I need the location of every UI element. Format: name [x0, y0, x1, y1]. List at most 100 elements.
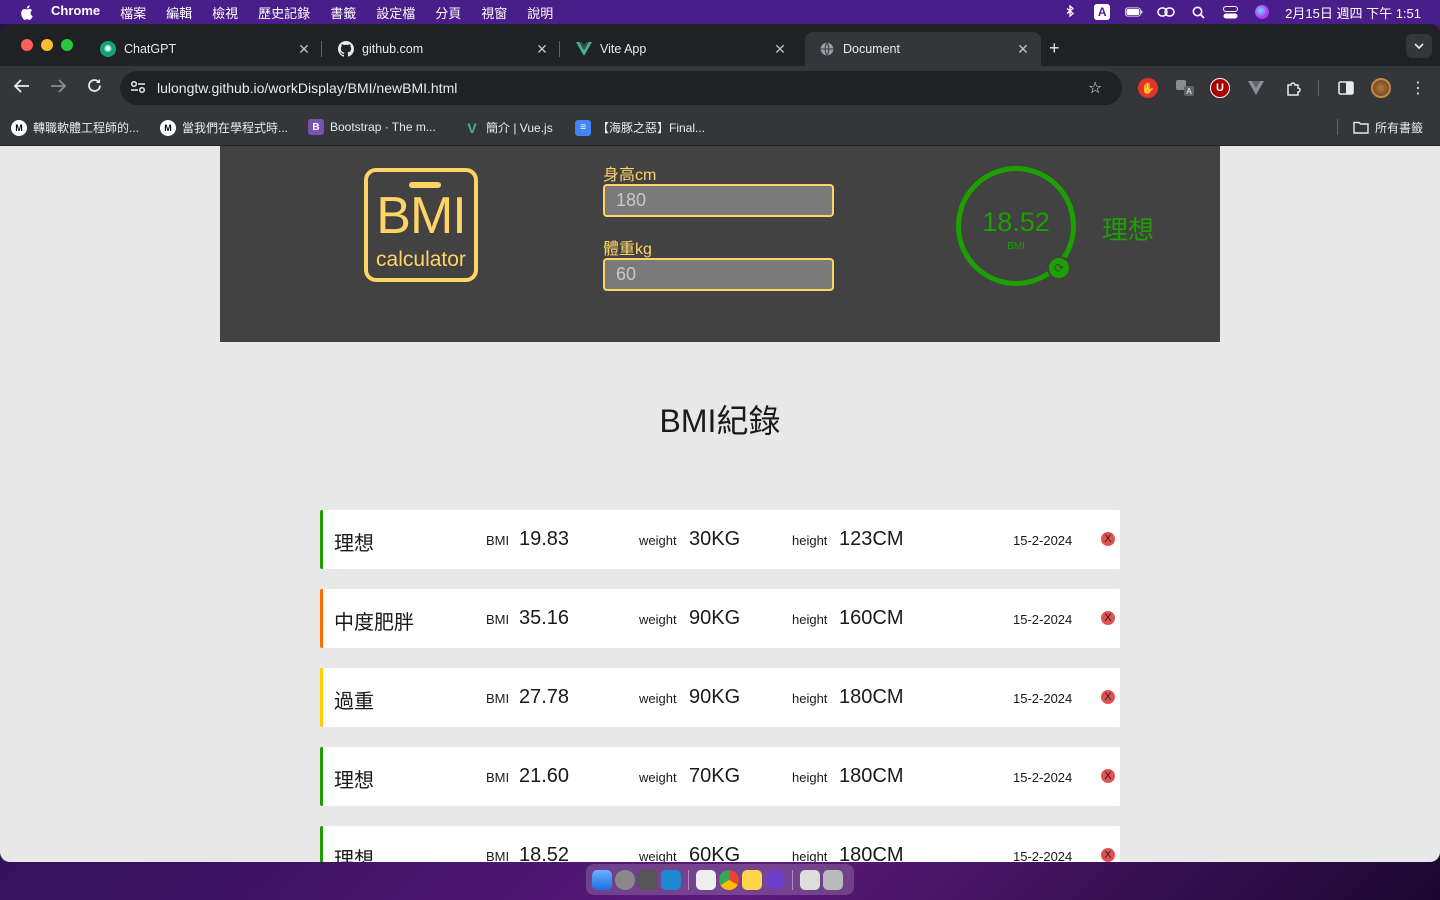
reset-icon[interactable]: ⟳ [1047, 256, 1071, 280]
bmi-result-circle: 18.52 BMI ⟳ [956, 166, 1076, 286]
menu-help[interactable]: 說明 [517, 3, 563, 22]
close-tab-icon[interactable]: ✕ [1015, 41, 1031, 58]
documents-folder-icon[interactable] [800, 869, 820, 890]
delete-record-icon[interactable]: X [1101, 848, 1115, 862]
record-bmi-label: BMI [486, 691, 510, 706]
control-center-icon[interactable] [1221, 5, 1239, 19]
bmi-result-caption: BMI [1007, 241, 1025, 252]
site-info-icon[interactable] [130, 80, 146, 97]
menu-edit[interactable]: 編輯 [156, 3, 202, 22]
battery-icon[interactable] [1125, 5, 1143, 19]
tab-search-button[interactable] [1406, 34, 1432, 58]
side-panel-icon[interactable] [1336, 78, 1356, 98]
zoom-window-button[interactable] [61, 39, 73, 51]
calculator-icon[interactable] [638, 869, 658, 890]
bookmark-item[interactable]: B Bootstrap · The m... [308, 119, 436, 135]
menu-tab[interactable]: 分頁 [425, 3, 471, 22]
tab-separator [559, 41, 560, 57]
close-window-button[interactable] [21, 39, 33, 51]
bookmark-star-icon[interactable]: ☆ [1088, 78, 1106, 98]
record-status: 理想 [334, 770, 374, 792]
folder-icon [1353, 120, 1369, 136]
record-weight-label: weight [639, 849, 677, 862]
toolbar-divider [1318, 80, 1319, 96]
record-weight-value: 30KG [689, 528, 741, 550]
tab-separator [321, 41, 322, 57]
medium-icon: M [160, 119, 176, 136]
profile-avatar[interactable] [1371, 78, 1391, 98]
menubar-clock[interactable]: 2月15日 週四 下午 1:51 [1285, 3, 1421, 22]
dock-divider [688, 869, 689, 890]
link-icon[interactable] [1157, 5, 1175, 19]
tab-chatgpt[interactable]: ✺ ChatGPT ✕ [86, 32, 322, 66]
extensions-puzzle-icon[interactable] [1283, 78, 1303, 98]
menu-window[interactable]: 視窗 [471, 3, 517, 22]
bluetooth-icon[interactable] [1061, 5, 1079, 19]
tab-github[interactable]: github.com ✕ [324, 32, 560, 66]
record-bmi-value: 27.78 [519, 686, 570, 708]
bookmark-item[interactable]: M 當我們在學程式時... [160, 119, 288, 136]
forward-button[interactable] [48, 78, 68, 98]
bmi-result-status: 理想 [1102, 215, 1155, 245]
close-tab-icon[interactable]: ✕ [534, 41, 550, 58]
bookmark-item[interactable]: V 簡介 | Vue.js [464, 119, 553, 136]
delete-record-icon[interactable]: X [1101, 690, 1115, 704]
apple-icon[interactable] [19, 4, 33, 20]
system-settings-icon[interactable] [615, 869, 635, 890]
notes-icon[interactable] [742, 869, 762, 890]
record-weight-value: 90KG [689, 607, 741, 629]
bookmarks-bar: M 轉職軟體工程師的... M 當我們在學程式時... B Bootstrap … [0, 110, 1440, 146]
search-icon[interactable] [1189, 5, 1207, 19]
bookmark-label: 【海豚之惡】Final... [597, 121, 706, 135]
chrome-icon[interactable] [719, 869, 739, 890]
close-tab-icon[interactable]: ✕ [296, 41, 312, 58]
weight-input[interactable] [603, 258, 834, 291]
record-height-value: 180CM [839, 686, 904, 708]
new-tab-button[interactable]: + [1049, 38, 1060, 59]
textedit-icon[interactable] [696, 869, 716, 890]
reload-button[interactable] [84, 78, 104, 98]
all-bookmarks-button[interactable]: 所有書籤 [1353, 119, 1423, 136]
url-text[interactable]: lulongtw.github.io/workDisplay/BMI/newBM… [157, 80, 1088, 96]
siri-icon[interactable] [1253, 5, 1271, 19]
record-weight-label: weight [639, 691, 677, 706]
delete-record-icon[interactable]: X [1101, 769, 1115, 783]
more-menu-icon[interactable]: ⋮ [1408, 78, 1428, 98]
tab-document[interactable]: Document ✕ [805, 32, 1041, 66]
macos-menu-bar: Chrome 檔案 編輯 檢視 歷史記錄 書籤 設定檔 分頁 視窗 說明 A 2… [0, 0, 1440, 24]
delete-record-icon[interactable]: X [1101, 611, 1115, 625]
bookmark-item[interactable]: ≡ 【海豚之惡】Final... [575, 119, 705, 136]
vue-devtools-icon[interactable] [1246, 78, 1266, 98]
menu-view[interactable]: 檢視 [202, 3, 248, 22]
minimize-window-button[interactable] [41, 39, 53, 51]
height-label: 身高cm [603, 167, 657, 184]
tab-vite-app[interactable]: Vite App ✕ [562, 32, 798, 66]
vscode-icon[interactable] [661, 869, 681, 890]
address-bar[interactable]: lulongtw.github.io/workDisplay/BMI/newBM… [120, 71, 1122, 105]
input-source-icon[interactable]: A [1093, 4, 1111, 20]
github-desktop-icon[interactable] [765, 869, 785, 890]
menu-history[interactable]: 歷史記錄 [248, 3, 320, 22]
height-input[interactable] [603, 184, 834, 217]
finder-icon[interactable] [592, 869, 612, 890]
menu-file[interactable]: 檔案 [110, 3, 156, 22]
record-height-value: 180CM [839, 765, 904, 787]
tab-title: ChatGPT [124, 42, 177, 56]
menu-profiles[interactable]: 設定檔 [366, 3, 425, 22]
svg-text:A: A [1186, 87, 1192, 96]
bookmark-label: 簡介 | Vue.js [486, 121, 553, 135]
bookmark-item[interactable]: M 轉職軟體工程師的... [11, 119, 139, 136]
ublock-extension-icon[interactable]: U [1210, 78, 1230, 98]
translate-extension-icon[interactable]: A [1175, 78, 1195, 98]
vue-icon: V [467, 119, 477, 136]
menu-app-name[interactable]: Chrome [51, 3, 110, 22]
trash-icon[interactable] [823, 869, 843, 890]
menu-bookmarks[interactable]: 書籤 [320, 3, 366, 22]
tab-title: github.com [362, 42, 424, 56]
record-row: 理想 BMI 19.83 weight 30KG height 123CM 15… [320, 510, 1120, 569]
tab-strip: ✺ ChatGPT ✕ github.com ✕ Vite App ✕ Docu… [0, 24, 1440, 66]
delete-record-icon[interactable]: X [1101, 532, 1115, 546]
close-tab-icon[interactable]: ✕ [772, 41, 788, 58]
back-button[interactable] [12, 78, 32, 98]
extension-hand-icon[interactable]: ✋ [1138, 78, 1158, 98]
